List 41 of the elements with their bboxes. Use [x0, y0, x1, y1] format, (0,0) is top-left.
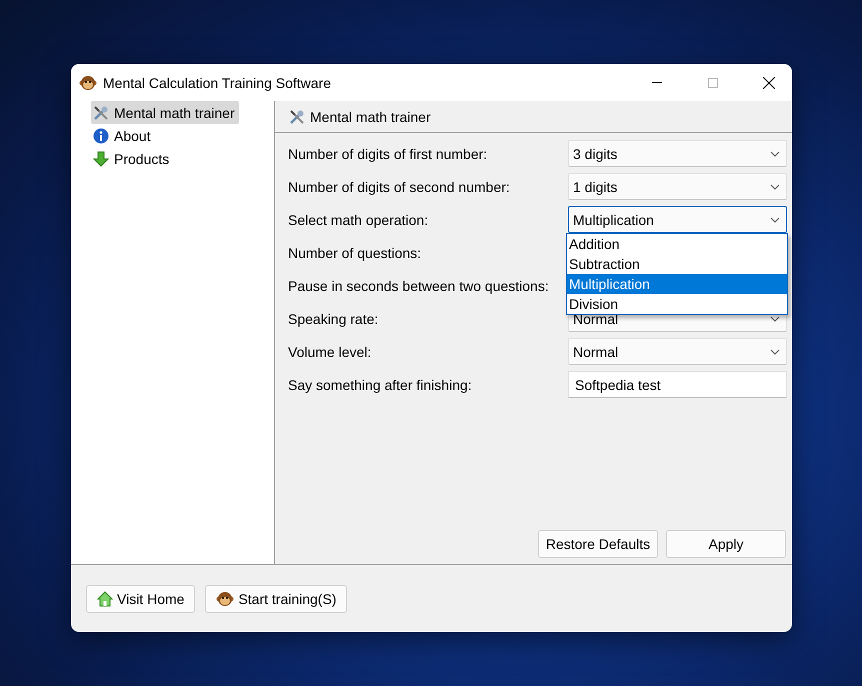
dropdown-option[interactable]: Multiplication: [567, 274, 787, 294]
chevron-down-icon: [770, 150, 780, 156]
chevron-down-icon: [770, 316, 780, 322]
arrow-down-icon: [93, 150, 109, 166]
wrench-screwdriver-icon: [289, 108, 305, 124]
setting-label: Pause in seconds between two questions:: [288, 278, 550, 294]
setting-label: Speaking rate:: [288, 310, 380, 326]
sidebar-item[interactable]: Products: [91, 147, 174, 170]
chevron-down-icon: [770, 216, 780, 222]
dropdown-option[interactable]: Addition: [567, 234, 787, 254]
panel-button[interactable]: Apply: [666, 530, 786, 558]
setting-label: Number of digits of first number:: [288, 146, 488, 162]
panel-button[interactable]: Restore Defaults: [538, 530, 658, 558]
sidebar-item[interactable]: Mental math trainer: [91, 101, 239, 124]
info-icon: [93, 128, 109, 144]
dropdown-field[interactable]: 1 digits: [568, 173, 787, 200]
wrench-screwdriver-icon: [93, 104, 109, 120]
dropdown-field[interactable]: Multiplication: [568, 206, 787, 233]
window-title: Mental Calculation Training Software: [103, 74, 332, 90]
setting-label: Number of digits of second number:: [288, 178, 511, 194]
footer-button[interactable]: Visit Home: [86, 584, 196, 612]
setting-label: Number of questions:: [288, 244, 422, 260]
close-icon: [763, 76, 775, 88]
monkey-face-icon: [216, 590, 234, 606]
chevron-down-icon: [770, 348, 780, 354]
setting-label: Say something after finishing:: [288, 376, 473, 392]
footer-button[interactable]: Start training(S): [205, 584, 348, 612]
dropdown-option[interactable]: Division: [567, 294, 787, 314]
dropdown-field[interactable]: 3 digits: [568, 140, 787, 167]
chevron-down-icon: [770, 184, 780, 190]
setting-label: Volume level:: [288, 344, 372, 360]
monkey-face-icon: [79, 74, 97, 90]
dropdown-field[interactable]: Normal: [568, 338, 787, 365]
setting-label: Select math operation:: [288, 212, 430, 228]
maximize-icon: [708, 78, 718, 88]
input-field[interactable]: Softpedia test: [568, 371, 787, 398]
home-icon: [97, 590, 113, 606]
minimize-icon: [652, 82, 662, 83]
dropdown-option[interactable]: Subtraction: [567, 254, 787, 274]
panel-title: Mental math trainer: [310, 108, 431, 124]
sidebar-item[interactable]: About: [91, 124, 155, 147]
